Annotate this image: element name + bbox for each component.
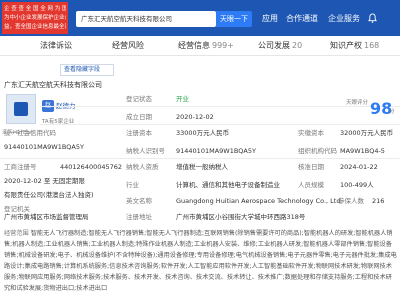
divider [40,106,400,107]
address-label: 注册地址 [126,213,152,221]
taxpayer-label: 纳税人资质 [126,163,159,171]
tab-label: 法律诉讼 [40,41,72,50]
tax-value: 91440101MA9W1BQA5Y [176,147,256,155]
scope-text: 智能无人飞行器制造;智能无人飞行器销售;智能无人飞行器制造;互联网销售(除销售需… [4,230,397,292]
paid-label: 实缴资本 [298,129,324,137]
banner-line-1: 企 查 查 全 国 全 网 为 国 企 企 [4,6,66,12]
capital-label: 注册资本 [126,129,152,137]
industry-value: 计算机、通信和其他电子设备制造业 [176,181,280,189]
verify-label: 核准日期 [298,163,324,171]
insured-label: 参保人数 [338,197,364,205]
status-label: 登记状态 [126,95,152,103]
en-label: 英文名称 [126,197,152,205]
term-value: 2020-12-02 至 无固定期限 [4,177,85,185]
tab-risk[interactable]: 经营风险 [112,36,144,56]
promo-banner[interactable]: 企 查 查 全 国 全 网 为 国 企 企 为中小企业发展保护企业合法权 益，查… [2,2,68,34]
section-tabs: 法律诉讼 经营风险 经营信息 999+ 公司发展 20 知识产权 168 [0,36,400,56]
staff-label: 人员规模 [298,181,324,189]
industry-label: 行业 [126,181,139,189]
tab-count: 20 [292,41,303,50]
org-code-label: 组织机构代码 [298,147,337,155]
tax-label: 纳税人识别号 [126,147,165,155]
en-value: Guangdong Huitian Aerospace Technology C… [176,197,341,205]
search-button[interactable]: 天眼一下 [216,11,252,27]
top-bar: 企 查 查 全 国 全 网 为 国 企 企 为中小企业发展保护企业合法权 益，查… [0,0,400,36]
insured-value: 216 [372,197,385,205]
taxpayer-value: 增值税一般纳税人 [176,163,228,171]
date-value: 2020-12-02 [176,113,214,121]
banner-line-2: 为中小企业发展保护企业合法权 [4,15,66,21]
reg-no-value: 440126400045762 [60,163,123,171]
show-hidden-fields-button[interactable]: 查看隐藏字段 [60,64,114,76]
tab-development[interactable]: 公司发展 20 [258,36,302,56]
tab-ip[interactable]: 知识产权 168 [330,36,379,56]
tab-label: 经营风险 [112,41,144,50]
type-value: 有限责任公司(港澳台法人独资) [4,191,94,199]
verify-value: 2024-01-22 [340,163,378,171]
org-code-value: MA9W1BQ4-5 [340,147,385,155]
authority-value: 广州市黄埔区市场监督管理局 [4,213,89,221]
scope-label: 经营范围 [4,230,29,237]
date-label: 成立日期 [126,113,152,121]
divider [40,124,400,125]
status-badge: 开业 [176,95,189,103]
legal-rep-companies[interactable]: TA有5家企业 [42,117,74,127]
business-scope: 经营范围 智能无人飞行器制造;智能无人飞行器销售;智能无人飞行器制造;互联网销售… [4,228,398,300]
tab-label: 公司发展 [258,41,290,50]
address-value[interactable]: 广州市黄埔区小谷围街大学城中环西路318号 [176,212,305,222]
tab-count: 168 [364,41,380,50]
tab-legal[interactable]: 法律诉讼 [40,36,72,56]
divider [0,158,400,159]
credit-code-value: 91440101MA9W1BQA5Y [4,143,84,151]
nav-partner[interactable]: 合作通道 [286,11,318,27]
nav-apps[interactable]: 应用 [262,11,278,27]
paid-value: 32000万元人民币 [340,129,394,137]
nav-enterprise[interactable]: 企业服务 [328,11,360,27]
search-input[interactable]: 广东汇天航空航天科技有限公司 [76,11,216,27]
company-name: 广东汇天航空航天科技有限公司 [4,81,102,89]
tab-label: 知识产权 [330,41,362,50]
company-logo [6,94,36,124]
banner-line-3: 益，查全国企业信息最全面 [4,24,66,30]
tab-operations[interactable]: 经营信息 999+ [178,36,234,56]
score-label: 天眼评分 [346,100,369,106]
tab-label: 经营信息 [178,41,210,50]
staff-value: 100-499人 [340,181,374,189]
credit-code-label: 统一社会信用代码 [4,129,56,137]
capital-value: 33000万元人民币 [176,129,230,137]
bell-icon[interactable] [368,13,377,23]
tab-count: 999+ [212,41,234,50]
reg-no-label: 工商注册号 [4,163,37,171]
score-unit: 分 [389,109,395,115]
